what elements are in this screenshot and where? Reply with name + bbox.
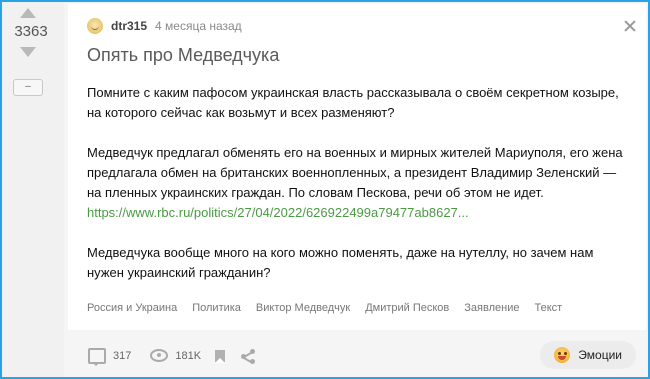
tag[interactable]: Виктор Медведчук xyxy=(256,302,350,314)
post-time: 4 месяца назад xyxy=(155,19,242,33)
eye-icon xyxy=(150,349,169,362)
tag[interactable]: Дмитрий Песков xyxy=(365,302,449,314)
share-icon xyxy=(241,348,256,364)
source-link[interactable]: https://www.rbc.ru/politics/27/04/2022/6… xyxy=(87,205,469,220)
paragraph: Помните с каким пафосом украинская власт… xyxy=(87,85,619,120)
post-header: dtr315 4 месяца назад xyxy=(87,17,242,35)
views-counter: 181K xyxy=(150,349,201,362)
vote-column: 3363 – xyxy=(2,2,64,377)
avatar[interactable] xyxy=(87,18,103,34)
rating-value: 3363 xyxy=(14,23,48,40)
post-title[interactable]: Опять про Медведчука xyxy=(87,45,279,66)
tag[interactable]: Политика xyxy=(192,302,241,314)
close-icon[interactable] xyxy=(624,20,636,32)
save-button[interactable] xyxy=(215,349,226,363)
tag[interactable]: Текст xyxy=(534,302,562,314)
tag[interactable]: Россия и Украина xyxy=(87,302,177,314)
comment-icon xyxy=(88,347,106,366)
post-card: dtr315 4 месяца назад Опять про Медведчу… xyxy=(68,4,646,330)
emotions-button[interactable]: Эмоции xyxy=(540,341,636,369)
tag[interactable]: Заявление xyxy=(464,302,519,314)
post-content: Помните с каким пафосом украинская власт… xyxy=(87,83,632,303)
tag-list: Россия и Украина Политика Виктор Медведч… xyxy=(87,302,562,314)
paragraph: Медведчука вообще много на кого можно по… xyxy=(87,245,594,280)
screenshot-frame: 3363 – dtr315 4 месяца назад Опять про М… xyxy=(0,0,650,379)
collapse-button[interactable]: – xyxy=(13,79,43,96)
comments-count: 317 xyxy=(113,349,132,362)
author-name[interactable]: dtr315 xyxy=(111,19,147,33)
post-footer: 317 181K Эмоции xyxy=(68,334,646,377)
comments-button[interactable]: 317 xyxy=(88,347,132,366)
paragraph: Медведчук предлагал обменять его на воен… xyxy=(87,145,623,200)
bookmark-icon xyxy=(215,349,226,363)
views-count: 181K xyxy=(175,349,202,362)
upvote-icon[interactable] xyxy=(20,8,36,18)
smile-emoji-icon xyxy=(554,347,571,363)
share-button[interactable] xyxy=(241,348,256,364)
downvote-icon[interactable] xyxy=(20,47,36,57)
emotions-label: Эмоции xyxy=(578,348,622,362)
